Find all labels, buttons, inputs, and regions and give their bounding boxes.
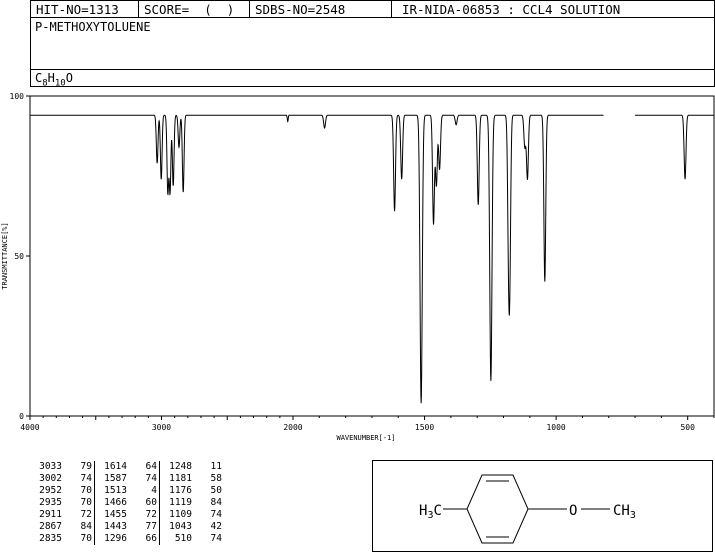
benzene-ring (466, 474, 529, 544)
x-tick-label: 1000 (546, 423, 565, 432)
methoxy-methyl-label: CH3 (613, 503, 636, 521)
structure-diagram: H3C O CH3 (419, 474, 636, 544)
oxygen-label: O (569, 503, 577, 519)
y-tick-label: 100 (10, 92, 25, 101)
x-tick-label: 2000 (283, 423, 302, 432)
y-tick-label: 0 (19, 412, 24, 421)
x-tick-label: 4000 (20, 423, 39, 432)
y-axis-label: TRANSMITTANCE[%] (1, 222, 9, 289)
x-axis-label: WAVENUMBER[-1] (336, 434, 395, 442)
spectrum-trace (30, 114, 714, 404)
methyl-label: H3C (419, 503, 442, 521)
ir-spectrum-chart: 0 50 100 4000 3000 2000 1500 1000 500 WAVENUMBE… (1, 92, 715, 442)
y-tick-label: 50 (14, 252, 24, 261)
x-tick-label: 1500 (415, 423, 434, 432)
spectrum-line (635, 114, 714, 180)
peak-table-frame (26, 459, 226, 552)
spectrum-line (30, 114, 604, 404)
y-axis: 0 50 100 (10, 92, 30, 421)
structure-box: H3C O CH3 (372, 460, 713, 552)
plot-frame (29, 95, 715, 417)
x-tick-label: 500 (680, 423, 695, 432)
x-tick-label: 3000 (152, 423, 171, 432)
x-axis: 4000 3000 2000 1500 1000 500 (20, 416, 715, 432)
